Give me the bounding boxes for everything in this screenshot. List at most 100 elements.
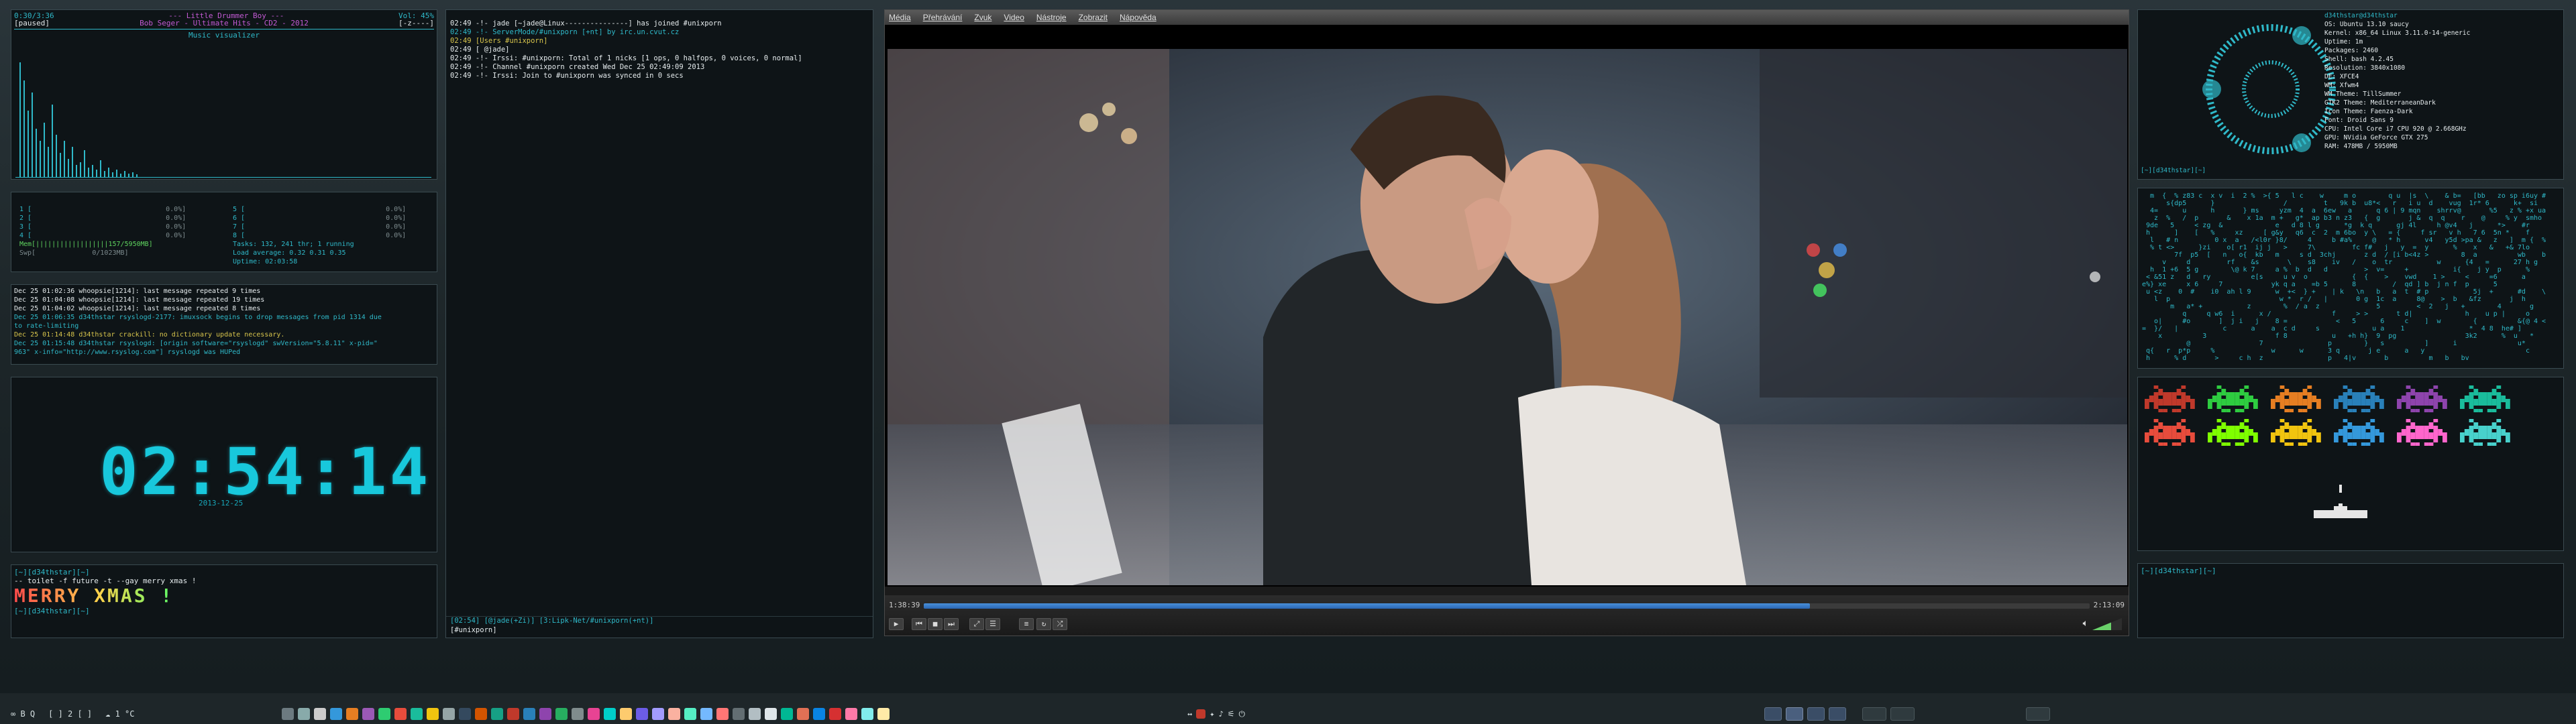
tray-network-icon[interactable]: ⚟ [1228, 709, 1235, 719]
shell-prompt: [~][d34thstar][~] [14, 568, 90, 577]
menu-playback[interactable]: Přehrávání [923, 13, 963, 22]
loop-icon[interactable]: ↻ [1036, 618, 1051, 630]
app-launcher-icon[interactable] [797, 708, 809, 720]
window-button-1[interactable] [1862, 707, 1886, 721]
htop-terminal[interactable]: 1 [0.0%] 2 [0.0%] 3 [0.0%] 4 [0.0%] Mem[… [11, 192, 437, 272]
tray-arrow-icon[interactable]: ↔ [1187, 709, 1192, 719]
workspace-4[interactable] [1829, 707, 1846, 721]
vlc-window[interactable]: Média Přehrávání Zvuk Video Nástroje Zob… [884, 9, 2129, 636]
seek-bar[interactable] [924, 603, 2090, 609]
menu-tools[interactable]: Nástroje [1036, 13, 1067, 22]
app-launcher-icon[interactable] [813, 708, 825, 720]
app-launcher-icon[interactable] [733, 708, 745, 720]
app-launcher-icon[interactable] [572, 708, 584, 720]
app-launcher-icon[interactable] [700, 708, 712, 720]
app-launcher-icon[interactable] [861, 708, 873, 720]
previous-icon[interactable]: ⏮ [912, 618, 926, 630]
spectrum-bar [112, 172, 113, 177]
play-icon[interactable]: ▶ [889, 618, 904, 630]
invaders-terminal[interactable] [2137, 377, 2564, 551]
matrix-terminal[interactable]: m { % z83 c x v i 2 % >{ 5 l c w m o q u… [2137, 188, 2564, 369]
weather-widget[interactable]: ☁ 1 °C [105, 709, 134, 719]
shell-terminal[interactable]: [~][d34thstar][~] [2137, 563, 2564, 638]
app-launcher-icon[interactable] [394, 708, 407, 720]
log-line: Dec 25 01:06:35 d34thstar rsyslogd-2177:… [14, 314, 382, 321]
app-launcher-icon[interactable] [362, 708, 374, 720]
elapsed-time: 1:38:39 [889, 601, 920, 609]
next-icon[interactable]: ⏭ [944, 618, 959, 630]
stop-icon[interactable]: ■ [928, 618, 943, 630]
app-launcher-icon[interactable] [829, 708, 841, 720]
app-launcher-icon[interactable] [555, 708, 568, 720]
menu-audio[interactable]: Zvuk [974, 13, 991, 22]
workspace-2[interactable] [1786, 707, 1803, 721]
app-launcher-icon[interactable] [427, 708, 439, 720]
app-launcher-icon[interactable] [652, 708, 664, 720]
shuffle-icon[interactable]: ⤮ [1053, 618, 1067, 630]
workspace-3[interactable] [1807, 707, 1825, 721]
app-launcher-icon[interactable] [330, 708, 342, 720]
app-launcher-icon[interactable] [716, 708, 729, 720]
app-launcher-icon[interactable] [620, 708, 632, 720]
app-launcher-icon[interactable] [378, 708, 390, 720]
vlc-menubar: Média Přehrávání Zvuk Video Nástroje Zob… [885, 10, 2129, 25]
mute-icon[interactable]: 🔈︎ [2083, 618, 2088, 629]
irc-line: 02:49 [ @jade] [450, 46, 510, 54]
playlist-icon[interactable]: ☰ [985, 618, 1000, 630]
shell-prompt: [~][d34thstar][~] [2141, 167, 2206, 174]
syslog-terminal[interactable]: Dec 25 01:02:36 whoopsie[1214]: last mes… [11, 284, 437, 365]
app-launcher-icon[interactable] [684, 708, 696, 720]
workspace-indicator[interactable]: ∞ B Q [11, 709, 35, 719]
app-launcher-icon[interactable] [443, 708, 455, 720]
tray-mail-icon[interactable] [1196, 709, 1206, 719]
app-launcher-icon[interactable] [765, 708, 777, 720]
app-launcher-icon[interactable] [539, 708, 551, 720]
merry-xmas-art: MERRY XMAS ! [14, 585, 434, 607]
app-launcher-icon[interactable] [588, 708, 600, 720]
screenfetch-terminal[interactable]: d34thstar@d34thstar OS: Ubuntu 13.10 sau… [2137, 9, 2564, 180]
irc-terminal[interactable]: 02:49 -!- jade [~jade@Linux-------------… [445, 9, 873, 638]
app-launcher-icon[interactable] [314, 708, 326, 720]
app-launcher-icon[interactable] [781, 708, 793, 720]
app-launcher-icon[interactable] [523, 708, 535, 720]
app-launcher-icon[interactable] [282, 708, 294, 720]
app-launcher-icon[interactable] [749, 708, 761, 720]
spectrum-bar [84, 150, 85, 177]
app-launcher-icon[interactable] [459, 708, 471, 720]
volume-slider[interactable] [2092, 618, 2122, 630]
app-launcher-icon[interactable] [298, 708, 310, 720]
spectrum-bar [28, 111, 29, 177]
tray-chat-icon[interactable]: ✦ [1210, 709, 1214, 719]
workspace-1[interactable] [1764, 707, 1782, 721]
app-launcher-icon[interactable] [877, 708, 890, 720]
tray-power-icon[interactable]: ⏻ [1238, 709, 1245, 719]
extended-settings-icon[interactable]: ≡ [1019, 618, 1034, 630]
app-launcher-icon[interactable] [346, 708, 358, 720]
volume[interactable]: Vol: 45% [398, 11, 434, 20]
app-launcher-icon[interactable] [604, 708, 616, 720]
fullscreen-icon[interactable]: ⤢ [969, 618, 984, 630]
irc-input[interactable]: [#unixporn] [450, 626, 501, 635]
app-launcher-icon[interactable] [475, 708, 487, 720]
video-frame[interactable] [888, 49, 2127, 585]
window-button-3[interactable] [2026, 707, 2050, 721]
music-terminal[interactable]: 0:30/3:36 --- Little Drummer Boy --- Vol… [11, 9, 437, 180]
toilet-terminal[interactable]: [~][d34thstar][~] -- toilet -f future -t… [11, 564, 437, 638]
keyboard-indicator[interactable]: [ ] 2 [ ] [48, 709, 92, 719]
app-launcher-icon[interactable] [845, 708, 857, 720]
vlc-controls: 1:38:39 2:13:09 ▶ ⏮ ■ ⏭ ⤢ ☰ ≡ ↻ ⤮ 🔈︎ [885, 595, 2129, 636]
app-launcher-icon[interactable] [636, 708, 648, 720]
app-launcher-icon[interactable] [507, 708, 519, 720]
spectrum-bar [80, 162, 81, 177]
menu-media[interactable]: Média [889, 13, 911, 22]
tray-volume-icon[interactable]: ♪ [1218, 709, 1223, 719]
menu-view[interactable]: Zobrazit [1079, 13, 1108, 22]
window-button-2[interactable] [1890, 707, 1915, 721]
app-launcher-icon[interactable] [668, 708, 680, 720]
menu-video[interactable]: Video [1004, 13, 1024, 22]
log-line: Dec 25 01:04:08 whoopsie[1214]: last mes… [14, 296, 265, 304]
app-launcher-icon[interactable] [491, 708, 503, 720]
spectrum-bar [72, 147, 73, 177]
app-launcher-icon[interactable] [411, 708, 423, 720]
menu-help[interactable]: Nápověda [1120, 13, 1157, 22]
